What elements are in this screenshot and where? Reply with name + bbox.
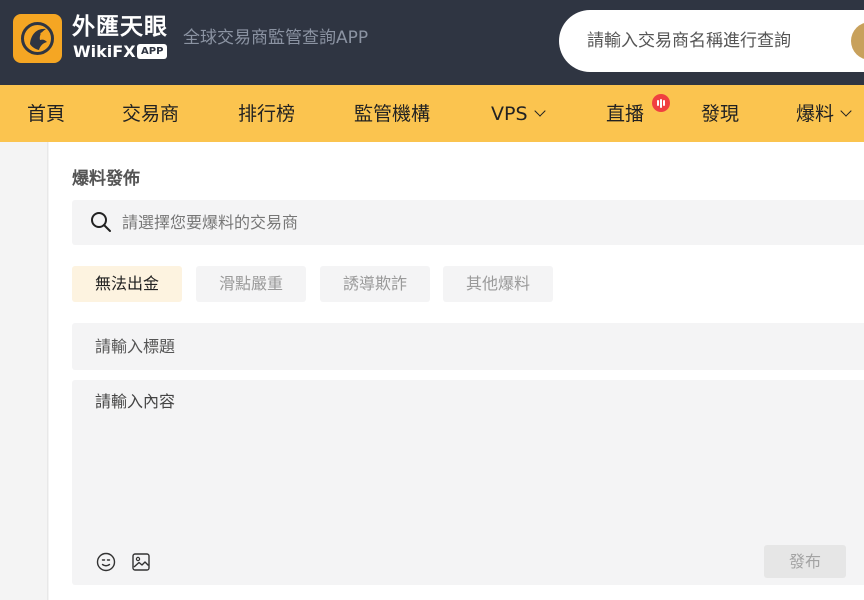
category-tag-fraud[interactable]: 誘導欺詐 bbox=[320, 266, 430, 302]
top-header: 外匯天眼 WikiFX APP 全球交易商監管查詢APP 請輸入交易商名稱進行查… bbox=[0, 0, 864, 85]
category-tag-other[interactable]: 其他爆料 bbox=[443, 266, 553, 302]
main-nav: 首頁 交易商 排行榜 監管機構 VPS 直播 發現 爆料 bbox=[0, 85, 864, 142]
broker-select-field[interactable]: 請選擇您要爆料的交易商 bbox=[72, 200, 864, 245]
chevron-down-icon bbox=[533, 105, 546, 117]
emoji-icon[interactable] bbox=[96, 552, 116, 572]
nav-item-live[interactable]: 直播 bbox=[606, 102, 644, 126]
live-icon bbox=[652, 94, 670, 112]
content-field[interactable]: 請輸入內容 發布 bbox=[72, 380, 864, 585]
nav-item-home[interactable]: 首頁 bbox=[27, 102, 65, 126]
nav-item-discover[interactable]: 發現 bbox=[701, 102, 739, 126]
logo-app-badge: APP bbox=[137, 44, 168, 59]
broker-search-input[interactable]: 請輸入交易商名稱進行查詢 bbox=[587, 30, 791, 52]
title-placeholder: 請輸入標題 bbox=[95, 337, 176, 356]
broker-search-bar[interactable]: 請輸入交易商名稱進行查詢 bbox=[559, 10, 864, 72]
search-icon bbox=[91, 212, 111, 232]
search-button[interactable] bbox=[851, 22, 864, 60]
header-slogan: 全球交易商監管查詢APP bbox=[183, 28, 369, 48]
nav-item-regulators[interactable]: 監管機構 bbox=[354, 102, 430, 126]
nav-item-brokers[interactable]: 交易商 bbox=[122, 102, 179, 126]
broker-select-placeholder: 請選擇您要爆料的交易商 bbox=[122, 213, 299, 232]
nav-item-vps[interactable]: VPS bbox=[491, 102, 546, 126]
logo-english-name[interactable]: WikiFX bbox=[73, 42, 136, 62]
publish-button[interactable]: 發布 bbox=[764, 545, 846, 578]
nav-item-exposure[interactable]: 爆料 bbox=[796, 102, 852, 126]
left-gutter bbox=[0, 142, 48, 600]
category-tag-slippage[interactable]: 滑點嚴重 bbox=[196, 266, 306, 302]
nav-item-rankings[interactable]: 排行榜 bbox=[238, 102, 295, 126]
wikifx-logo-icon[interactable] bbox=[13, 14, 62, 63]
logo-chinese-name[interactable]: 外匯天眼 bbox=[72, 13, 168, 41]
content-placeholder: 請輸入內容 bbox=[95, 392, 176, 411]
image-upload-icon[interactable] bbox=[131, 552, 151, 572]
title-field[interactable]: 請輸入標題 bbox=[72, 323, 864, 370]
chevron-down-icon bbox=[840, 105, 852, 117]
page-title: 爆料發佈 bbox=[72, 169, 140, 189]
category-tag-withdrawal[interactable]: 無法出金 bbox=[72, 266, 182, 302]
